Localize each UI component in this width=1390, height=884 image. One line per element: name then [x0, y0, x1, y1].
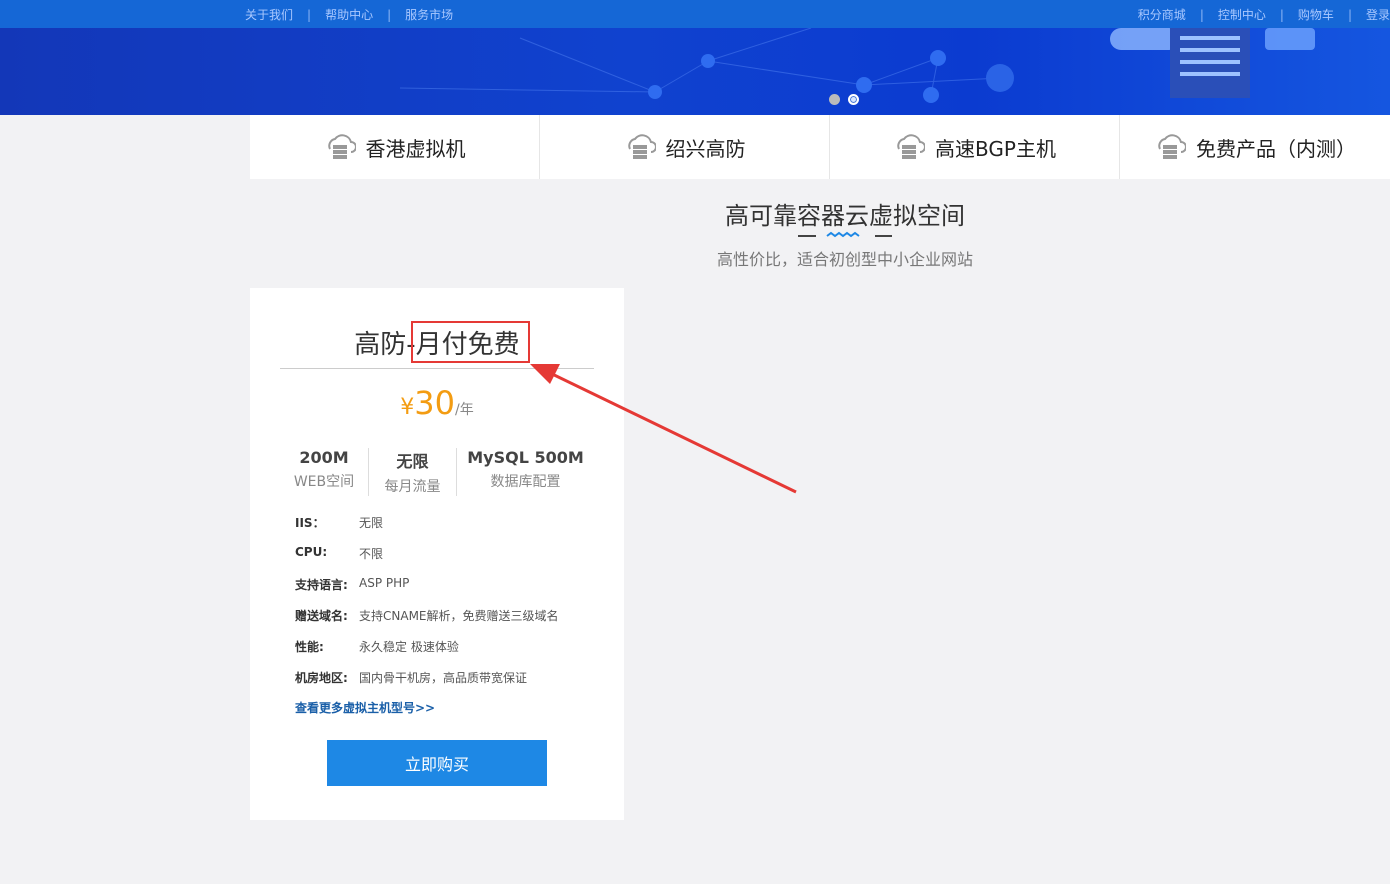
section-title: 高可靠容器云虚拟空间	[725, 202, 965, 230]
cloud-server-icon	[897, 134, 926, 159]
help-center-link[interactable]: 帮助中心	[325, 8, 373, 22]
separator: |	[1199, 8, 1204, 22]
detail-value: 支持CNAME解析，免费赠送三级域名	[359, 609, 559, 623]
detail-row: 赠送域名: 支持CNAME解析，免费赠送三级域名	[295, 607, 559, 638]
spec-value: MySQL 500M	[467, 448, 584, 467]
spec-traffic: 无限 每月流量	[369, 448, 457, 496]
spec-summary: 200M WEB空间 无限 每月流量 MySQL 500M 数据库配置	[280, 448, 594, 496]
detail-value: 永久稳定 极速体验	[359, 640, 459, 654]
carousel-dots	[829, 89, 867, 108]
tab-hongkong-vm[interactable]: 香港虚拟机	[250, 115, 540, 179]
cart-link[interactable]: 购物车	[1298, 8, 1334, 22]
top-links-right: 积分商城 | 控制中心 | 购物车 | 登录	[1138, 6, 1390, 23]
detail-value: 国内骨干机房，高品质带宽保证	[359, 671, 528, 685]
spec-database: MySQL 500M 数据库配置	[457, 448, 594, 496]
detail-row: CPU: 不限	[295, 545, 559, 576]
detail-key: 性能:	[295, 640, 324, 654]
price-unit: /年	[455, 402, 474, 418]
buy-now-button[interactable]: 立即购买	[327, 740, 547, 786]
detail-value: ASP PHP	[359, 576, 410, 590]
points-mall-link[interactable]: 积分商城	[1138, 8, 1186, 22]
spec-label: WEB空间	[293, 474, 355, 490]
tab-label: 香港虚拟机	[365, 136, 466, 161]
detail-list: IIS： 无限 CPU: 不限 支持语言: ASP PHP 赠送域名: 支持CNAME解…	[295, 514, 559, 700]
detail-value: 不限	[359, 547, 384, 561]
detail-row: IIS： 无限	[295, 514, 559, 545]
spec-value: 200M	[299, 448, 349, 467]
section-subtitle: 高性价比，适合初创型中小企业网站	[716, 250, 973, 269]
price-amount: 30	[414, 384, 455, 422]
top-nav-bar: 关于我们 | 帮助中心 | 服务市场 积分商城 | 控制中心 | 购物车 | 登录	[0, 0, 1390, 28]
separator: |	[1279, 8, 1284, 22]
price-currency: ¥	[400, 395, 415, 420]
carousel-dot-1[interactable]	[829, 94, 840, 105]
separator: |	[387, 8, 392, 22]
detail-row: 支持语言: ASP PHP	[295, 576, 559, 607]
detail-key: 赠送域名:	[295, 609, 348, 623]
cloud-server-icon	[1158, 134, 1186, 159]
tab-free-products[interactable]: 免费产品（内测）	[1120, 115, 1390, 179]
control-center-link[interactable]: 控制中心	[1218, 8, 1266, 22]
tab-label: 免费产品（内测）	[1196, 136, 1356, 161]
tab-bgp-host[interactable]: 高速BGP主机	[830, 115, 1120, 179]
annotation-highlight-box	[411, 321, 530, 363]
service-market-link[interactable]: 服务市场	[405, 8, 453, 22]
detail-row: 性能: 永久稳定 极速体验	[295, 638, 559, 669]
detail-key: CPU:	[295, 545, 328, 559]
detail-value: 无限	[359, 516, 384, 530]
carousel-dot-2[interactable]	[848, 94, 859, 105]
spec-label: 数据库配置	[490, 474, 561, 490]
separator: |	[1347, 8, 1352, 22]
top-links-left: 关于我们 | 帮助中心 | 服务市场	[245, 6, 453, 23]
about-us-link[interactable]: 关于我们	[245, 8, 293, 22]
detail-key: 机房地区:	[295, 671, 348, 685]
product-tabs: 香港虚拟机 绍兴高防 高速BGP主机 免费产品（内测）	[250, 115, 1390, 179]
cloud-server-icon	[327, 134, 356, 159]
spec-label: 每月流量	[384, 479, 441, 495]
title-decoration	[798, 231, 892, 238]
tab-shaoxing-ddos[interactable]: 绍兴高防	[540, 115, 830, 179]
hero-banner	[0, 28, 1390, 115]
detail-key: 支持语言:	[295, 578, 348, 592]
cloud-server-icon	[627, 134, 656, 159]
banner-network-graphic	[399, 28, 1315, 103]
price: ¥30/年	[250, 384, 624, 422]
divider	[280, 368, 594, 369]
detail-key: IIS：	[295, 516, 325, 530]
detail-row: 机房地区: 国内骨干机房，高品质带宽保证	[295, 669, 559, 700]
separator: |	[307, 8, 312, 22]
spec-web-space: 200M WEB空间	[280, 448, 369, 496]
spec-value: 无限	[396, 452, 429, 471]
login-link[interactable]: 登录	[1366, 8, 1390, 22]
product-card: 高防-月付免费 ¥30/年 200M WEB空间 无限 每月流量 MySQL 5…	[250, 288, 624, 820]
tab-label: 绍兴高防	[665, 136, 746, 161]
more-vhost-models-link[interactable]: 查看更多虚拟主机型号>>	[295, 699, 435, 716]
tab-label: 高速BGP主机	[935, 136, 1056, 161]
